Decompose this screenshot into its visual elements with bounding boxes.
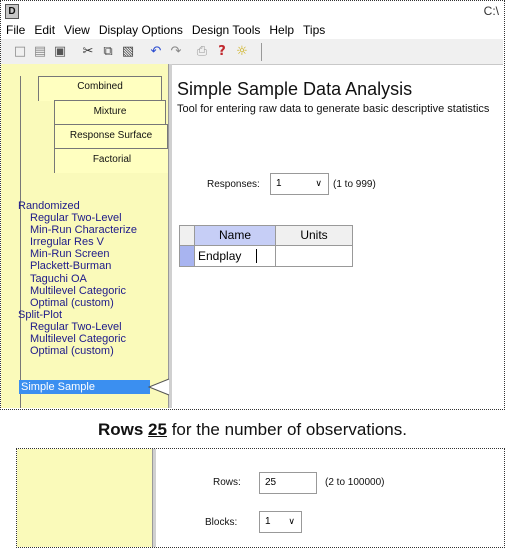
grid-corner (179, 225, 195, 246)
rows-range: (2 to 100000) (325, 477, 385, 488)
toolbar: □ ▤ ▣ ✂ ⧉ ▧ ↶ ↷ ⎙ ? ☼ (1, 39, 503, 65)
group-header-split-plot: Split-Plot (18, 308, 63, 321)
menu-edit[interactable]: Edit (29, 21, 59, 37)
responses-value: 1 (276, 178, 282, 189)
tip-lightbulb-icon[interactable]: ☼ (233, 43, 251, 60)
tab-response-surface[interactable]: Response Surface (54, 124, 168, 149)
design-item-min-run-screen[interactable]: Min-Run Screen (18, 248, 168, 260)
design-item-taguchi-oa[interactable]: Taguchi OA (18, 273, 168, 285)
design-item-regular-two-level[interactable]: Regular Two-Level (18, 212, 168, 224)
panel-splitter-bottom[interactable] (152, 449, 156, 547)
chevron-down-icon: ∨ (315, 178, 322, 188)
column-header-units[interactable]: Units (275, 225, 353, 246)
design-item-sp-regular-two-level[interactable]: Regular Two-Level (18, 321, 168, 333)
menu-bar: File Edit View Display Options Design Tools H… (1, 21, 503, 39)
window-title-path: C:\ (483, 4, 499, 18)
help-question-icon[interactable]: ? (213, 43, 231, 60)
design-item-simple-sample[interactable]: Simple Sample (19, 380, 150, 394)
design-item-irregular-res-v[interactable]: Irregular Res V (18, 236, 168, 248)
save-icon[interactable]: ▣ (51, 43, 69, 60)
responses-range: (1 to 999) (333, 179, 376, 190)
responses-select[interactable]: 1 ∨ (270, 173, 329, 195)
design-item-min-run-characterize[interactable]: Min-Run Characterize (18, 224, 168, 236)
response-grid: Name Units Endplay (179, 225, 353, 267)
menu-display-options[interactable]: Display Options (94, 21, 187, 37)
menu-tips[interactable]: Tips (298, 21, 329, 37)
rows-value: 25 (265, 477, 277, 488)
design-selector-panel-bottom (17, 449, 152, 547)
redo-icon[interactable]: ↷ (167, 43, 185, 60)
caption-value: 25 (148, 420, 167, 439)
selection-pointer-icon (147, 378, 170, 396)
blocks-label: Blocks: (205, 517, 238, 528)
rows-input[interactable]: 25 (259, 472, 317, 494)
design-item-multilevel-categoric[interactable]: Multilevel Categoric (18, 285, 168, 297)
copy-icon[interactable]: ⧉ (99, 43, 117, 60)
group-header-randomized: Randomized (18, 200, 80, 212)
panel-splitter[interactable] (168, 64, 172, 408)
blocks-select[interactable]: 1 ∨ (259, 511, 302, 533)
page-subtitle: Tool for entering raw data to generate b… (177, 103, 490, 115)
menu-file[interactable]: File (1, 21, 29, 37)
tab-factorial[interactable]: Factorial (54, 148, 170, 173)
design-list: Randomized Regular Two-Level Min-Run Cha… (18, 200, 168, 357)
title-bar: D C:\ (1, 1, 503, 21)
response-name-cell[interactable]: Endplay (194, 245, 276, 267)
toolbar-separator (261, 43, 262, 61)
design-item-plackett-burman[interactable]: Plackett-Burman (18, 260, 168, 272)
menu-help[interactable]: Help (264, 21, 298, 37)
tab-combined[interactable]: Combined (38, 76, 162, 101)
paste-icon[interactable]: ▧ (119, 43, 137, 60)
tab-mixture[interactable]: Mixture (54, 100, 166, 125)
text-cursor (256, 249, 257, 263)
page-title: Simple Sample Data Analysis (177, 79, 413, 99)
cut-icon[interactable]: ✂ (79, 43, 97, 60)
open-folder-icon[interactable]: ▤ (31, 43, 49, 60)
response-units-cell[interactable] (275, 245, 353, 267)
app-logo-icon: D (5, 4, 19, 19)
menu-view[interactable]: View (59, 21, 94, 37)
column-header-name[interactable]: Name (194, 225, 276, 246)
menu-design-tools[interactable]: Design Tools (187, 21, 264, 37)
instruction-caption: Rows 25 for the number of observations. (0, 420, 505, 440)
design-item-optimal-custom[interactable]: Optimal (custom) (18, 297, 168, 309)
chevron-down-icon: ∨ (288, 516, 295, 526)
print-icon[interactable]: ⎙ (193, 43, 211, 60)
blocks-value: 1 (265, 516, 271, 527)
caption-suffix: for the number of observations. (166, 420, 407, 439)
caption-prefix: Rows (97, 420, 149, 439)
undo-icon[interactable]: ↶ (147, 43, 165, 60)
design-item-sp-multilevel-categoric[interactable]: Multilevel Categoric (18, 333, 168, 345)
new-file-icon[interactable]: □ (11, 43, 29, 60)
rows-label: Rows: (213, 477, 241, 488)
responses-label: Responses: (207, 179, 260, 190)
design-item-sp-optimal-custom[interactable]: Optimal (custom) (18, 345, 168, 357)
row-selector[interactable] (179, 245, 195, 267)
